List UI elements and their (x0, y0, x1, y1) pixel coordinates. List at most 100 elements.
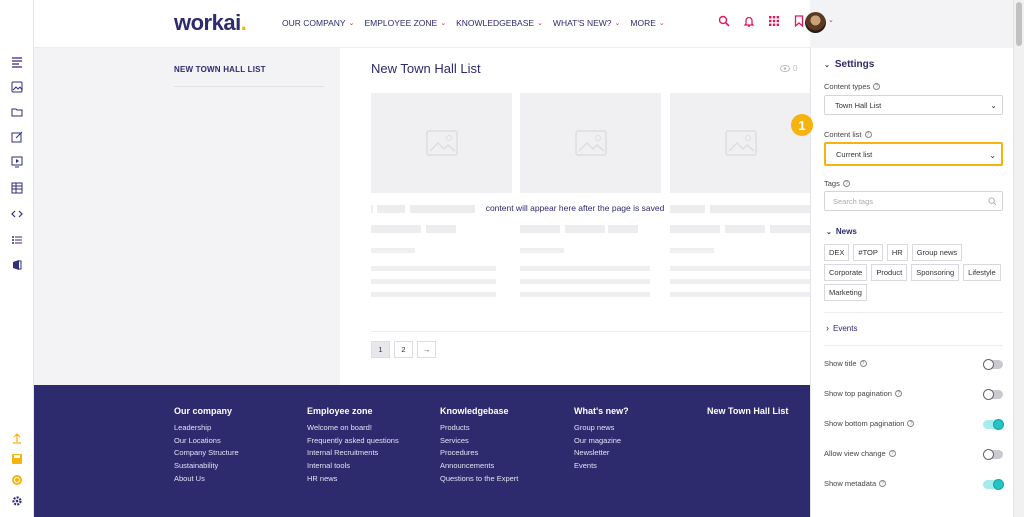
footer-link[interactable]: Internal tools (307, 460, 399, 473)
folder-icon[interactable] (10, 105, 24, 119)
tag-chip[interactable]: Sponsoring (911, 264, 960, 281)
sidebar-divider (174, 86, 324, 87)
footer-heading[interactable]: New Town Hall List (707, 406, 788, 416)
bookmark-icon[interactable] (793, 15, 805, 27)
nav-more[interactable]: MORE ⌄ (630, 18, 664, 28)
page-scrollbar[interactable] (1013, 0, 1024, 517)
avatar[interactable] (805, 12, 826, 33)
sidebar-title[interactable]: NEW TOWN HALL LIST (174, 65, 266, 74)
help-icon[interactable]: ? (907, 420, 915, 427)
footer-link[interactable]: Products (440, 422, 518, 435)
next-page-arrow-icon[interactable]: → (417, 341, 436, 358)
office-icon[interactable] (10, 258, 24, 272)
footer-heading: Knowledgebase (440, 406, 509, 416)
help-icon[interactable]: ? (894, 390, 902, 397)
brand-logo[interactable]: workai. (174, 10, 247, 36)
show-bottom-pagination-switch[interactable] (983, 418, 1004, 430)
footer-link[interactable]: Events (574, 460, 629, 473)
footer-link[interactable]: Internal Recruitments (307, 447, 399, 460)
help-icon[interactable]: ? (859, 360, 867, 367)
footer-link[interactable]: Newsletter (574, 447, 629, 460)
list-icon[interactable] (10, 55, 24, 69)
tag-chip[interactable]: Product (871, 264, 908, 281)
nav-employee-zone[interactable]: EMPLOYEE ZONE ⌄ (364, 18, 446, 28)
help-icon[interactable]: ? (842, 180, 850, 187)
footer-link[interactable]: Frequently asked questions (307, 435, 399, 448)
toggle-label: Show top pagination? (824, 389, 1003, 398)
chevron-down-icon: ⌄ (614, 20, 621, 27)
settings-title[interactable]: ⌄ Settings (824, 59, 874, 70)
pagination: 1 2 → (371, 341, 436, 358)
settings-divider (824, 345, 1003, 346)
footer-link[interactable]: Group news (574, 422, 629, 435)
content-types-select[interactable]: Town Hall List ⌄ (824, 95, 1003, 115)
content-notice: content will appear here after the page … (340, 203, 810, 213)
bell-icon[interactable] (743, 15, 755, 27)
tag-chip[interactable]: HR (886, 244, 908, 261)
nav-label: KNOWLEDGEBASE (456, 18, 535, 28)
table-icon[interactable] (10, 181, 24, 195)
footer-link[interactable]: Company Structure (174, 447, 239, 460)
tag-chip[interactable]: Corporate (824, 264, 868, 281)
apps-grid-icon[interactable] (768, 15, 780, 27)
save-icon[interactable] (10, 452, 24, 466)
footer-link[interactable]: About Us (174, 473, 239, 486)
upload-icon[interactable] (10, 431, 24, 445)
page-button-1[interactable]: 1 (371, 341, 390, 358)
footer-link[interactable]: Announcements (440, 460, 518, 473)
events-group-toggle[interactable]: › Events (826, 323, 857, 333)
footer-link[interactable]: HR news (307, 473, 399, 486)
news-tag-list: DEX #TOP HR Group news Corporate Product… (824, 244, 1004, 301)
switch-knob (983, 388, 994, 400)
show-top-pagination-switch[interactable] (983, 388, 1003, 400)
help-icon[interactable]: ? (888, 450, 896, 457)
edit-icon[interactable] (10, 130, 24, 144)
coin-icon[interactable] (10, 473, 24, 487)
show-metadata-switch[interactable] (983, 478, 1004, 490)
select-value: Current list (836, 149, 873, 159)
help-icon[interactable]: ? (873, 83, 881, 90)
footer-link[interactable]: Questions to the Expert (440, 473, 518, 486)
code-icon[interactable] (10, 207, 24, 221)
tag-chip[interactable]: Group news (911, 244, 963, 261)
chevron-down-icon: ⌄ (990, 101, 997, 110)
presentation-icon[interactable] (10, 155, 24, 169)
skeleton-bar (670, 225, 720, 233)
nav-our-company[interactable]: OUR COMPANY ⌄ (282, 18, 354, 28)
help-icon[interactable]: ? (864, 131, 872, 138)
search-tags-input[interactable]: Search tags (824, 191, 1003, 211)
help-icon[interactable]: ? (879, 480, 887, 487)
tag-chip[interactable]: Marketing (824, 284, 867, 301)
footer-link[interactable]: Services (440, 435, 518, 448)
label-text: Show title (824, 359, 857, 368)
bullet-list-icon[interactable] (10, 233, 24, 247)
toggle-allow-view-change: Allow view change? (824, 448, 1003, 463)
gear-icon[interactable] (10, 494, 24, 508)
tag-chip[interactable]: #TOP (853, 244, 883, 261)
news-group-toggle[interactable]: ⌄ News (826, 227, 857, 236)
page-button-2[interactable]: 2 (394, 341, 413, 358)
nav-knowledgebase[interactable]: KNOWLEDGEBASE ⌄ (456, 18, 543, 28)
scrollbar-thumb[interactable] (1016, 2, 1022, 46)
input-placeholder: Search tags (833, 196, 874, 206)
footer-heading: Our company (174, 406, 233, 416)
tag-chip[interactable]: DEX (824, 244, 850, 261)
footer-link[interactable]: Sustainability (174, 460, 239, 473)
show-title-switch[interactable] (983, 358, 1003, 370)
tag-chip[interactable]: Lifestyle (963, 264, 1001, 281)
toggle-label: Show bottom pagination? (824, 419, 1003, 428)
content-list-select[interactable]: Current list ⌄ (824, 142, 1003, 166)
allow-view-change-switch[interactable] (983, 448, 1003, 460)
chevron-down-icon[interactable]: ⌄ (828, 16, 834, 24)
chevron-down-icon: ⌄ (824, 61, 830, 69)
footer-link[interactable]: Our Locations (174, 435, 239, 448)
footer-link[interactable]: Leadership (174, 422, 239, 435)
footer-link[interactable]: Procedures (440, 447, 518, 460)
image-icon[interactable] (10, 80, 24, 94)
nav-whats-new[interactable]: WHAT'S NEW? ⌄ (553, 18, 620, 28)
footer-link[interactable]: Our magazine (574, 435, 629, 448)
step-badge: 1 (791, 114, 813, 136)
footer-link[interactable]: Welcome on board! (307, 422, 399, 435)
search-icon[interactable] (718, 15, 730, 27)
skeleton-bar (520, 279, 650, 284)
